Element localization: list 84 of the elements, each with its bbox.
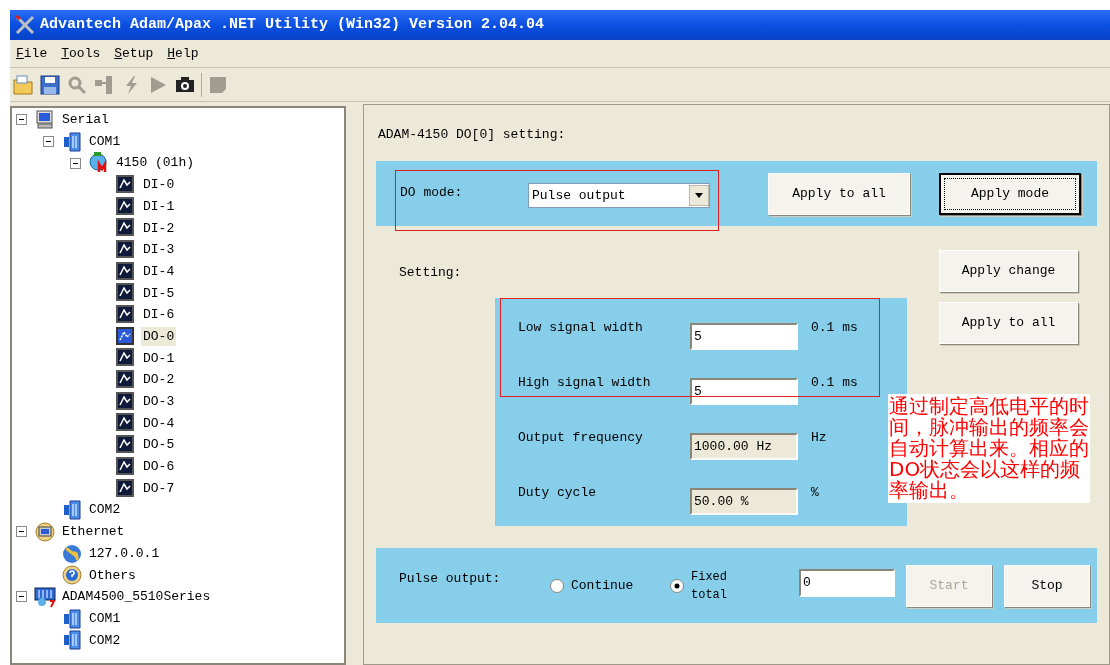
collapse-icon[interactable] xyxy=(16,526,27,538)
tree-item[interactable]: COM2 xyxy=(87,630,123,651)
channel-icon xyxy=(115,173,137,196)
annotation-note: 通过制定高低电平的时间，脉冲输出的频率会自动计算出来。相应的DO状态会以这样的频率输出。 xyxy=(888,394,1090,503)
channel-icon xyxy=(115,325,137,348)
input-field[interactable]: 50.00 % xyxy=(690,488,798,515)
option-label: Continue xyxy=(571,576,634,595)
input-field[interactable]: 5 xyxy=(690,323,798,350)
input-field[interactable]: 5 xyxy=(690,378,798,405)
channel-icon xyxy=(115,477,137,500)
apply-button[interactable]: Apply to all xyxy=(768,173,910,215)
tree-item[interactable]: DO-2 xyxy=(141,370,177,390)
tree-item[interactable]: DO-3 xyxy=(141,392,177,412)
tree-item[interactable]: Ethernet xyxy=(60,522,127,542)
serial-port-icon xyxy=(61,130,83,153)
tree-item[interactable]: COM1 xyxy=(87,608,123,629)
menu-item[interactable]: Tools xyxy=(61,43,101,64)
unit-label: 0.1 ms xyxy=(811,373,858,392)
tree-item[interactable]: DO-4 xyxy=(141,413,177,434)
device-rack-icon xyxy=(34,585,56,608)
tree-item[interactable]: DI-1 xyxy=(141,196,177,217)
tree-item[interactable]: COM1 xyxy=(87,131,123,152)
menu-item[interactable]: Setup xyxy=(114,43,154,64)
tree-item[interactable]: Serial xyxy=(60,110,111,130)
channel-icon xyxy=(115,260,137,283)
save-icon[interactable] xyxy=(39,73,61,96)
input-field[interactable]: 1000.00 Hz xyxy=(690,433,798,460)
channel-icon xyxy=(115,455,137,478)
computer-icon xyxy=(34,108,56,131)
tree-item[interactable]: DI-6 xyxy=(141,305,177,325)
unit-label: 0.1 ms xyxy=(811,318,858,337)
stop-button[interactable]: Stop xyxy=(1004,564,1090,607)
tree-item[interactable]: DO-0 xyxy=(141,326,177,347)
help-icon xyxy=(61,564,83,587)
tree-item[interactable]: DI-4 xyxy=(141,261,177,282)
radio-button[interactable] xyxy=(549,577,565,594)
apply-button[interactable]: Apply to all xyxy=(939,302,1078,344)
serial-port-icon xyxy=(61,629,83,652)
tree-item[interactable]: DI-2 xyxy=(141,218,177,239)
tree-item[interactable]: ADAM4500_5510Series xyxy=(60,587,213,607)
globe-icon xyxy=(61,542,83,565)
field-label: DO mode: xyxy=(400,184,464,202)
module-icon xyxy=(88,152,110,175)
field-label: High signal width xyxy=(518,373,652,392)
menu-item[interactable]: File xyxy=(16,43,48,64)
tree-item[interactable]: DO-5 xyxy=(141,435,177,455)
radio-button[interactable] xyxy=(669,577,685,594)
field-label: Output frequency xyxy=(518,428,644,447)
field-label: Low signal width xyxy=(518,318,644,337)
section-label: Setting: xyxy=(399,264,463,282)
panel-heading: ADAM-4150 DO[0] setting: xyxy=(378,126,567,144)
field-label: Pulse output: xyxy=(399,569,502,588)
channel-icon xyxy=(115,195,137,218)
apply-button[interactable]: Apply change xyxy=(939,250,1078,292)
serial-port-icon xyxy=(61,499,83,522)
tree-item[interactable]: DI-0 xyxy=(141,175,177,195)
window-title: Advantech Adam/Apax .NET Utility (Win32) Version 2.04.04 xyxy=(40,14,545,35)
tree-item[interactable]: DO-1 xyxy=(141,348,177,369)
channel-icon xyxy=(115,390,137,413)
tools-icon xyxy=(14,15,36,35)
collapse-icon[interactable] xyxy=(43,136,54,148)
tree-item[interactable]: DO-6 xyxy=(141,457,177,477)
unit-label: Hz xyxy=(811,428,827,447)
collapse-icon[interactable] xyxy=(16,114,27,126)
mode-dropdown[interactable]: Pulse output xyxy=(528,183,710,208)
tree-item[interactable]: DI-5 xyxy=(141,283,177,304)
tree-item[interactable]: 4150 (01h) xyxy=(114,153,196,173)
tree-item[interactable]: Others xyxy=(87,565,138,586)
tree-item[interactable]: DO-7 xyxy=(141,478,177,499)
channel-icon xyxy=(115,238,137,261)
apply-button[interactable]: Apply mode xyxy=(939,173,1081,215)
tree-item[interactable]: 127.0.0.1 xyxy=(87,543,162,564)
collapse-icon[interactable] xyxy=(70,157,81,169)
caret-icon[interactable] xyxy=(689,185,709,206)
unit-label: % xyxy=(811,483,819,502)
option-label: Fixed total xyxy=(691,568,728,604)
collapse-icon[interactable] xyxy=(16,591,27,603)
count-field[interactable]: 0 xyxy=(799,568,895,597)
field-label: Duty cycle xyxy=(518,483,597,502)
menu-item[interactable]: Help xyxy=(167,43,199,64)
tree-item[interactable]: DI-3 xyxy=(141,240,177,260)
tree-item[interactable]: COM2 xyxy=(87,500,123,520)
network-computer-icon xyxy=(34,520,56,543)
serial-port-icon xyxy=(61,607,83,630)
